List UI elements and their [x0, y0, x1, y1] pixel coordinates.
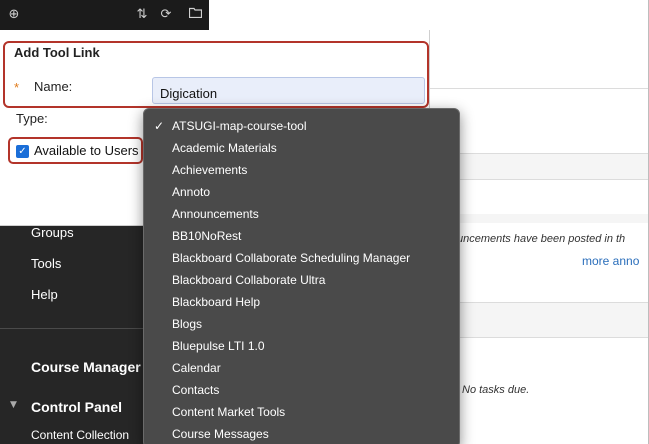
control-panel-heading[interactable]: Control Panel	[31, 399, 122, 415]
sidebar-item-tools[interactable]: Tools	[31, 256, 61, 271]
collapse-caret-icon[interactable]: ▼	[10, 400, 17, 410]
dropdown-option[interactable]: Annoto	[144, 181, 459, 203]
checkmark-icon: ✓	[154, 119, 165, 133]
dropdown-option[interactable]: Academic Materials	[144, 137, 459, 159]
dropdown-option-label: Calendar	[172, 361, 221, 375]
dropdown-option-label: Content Market Tools	[172, 405, 286, 419]
name-label: Name:	[34, 79, 73, 94]
dropdown-option-label: Contacts	[172, 383, 220, 397]
course-management-heading: Course Manager	[31, 359, 141, 375]
sidebar-item-content-collection[interactable]: Content Collection	[31, 428, 129, 442]
refresh-icon[interactable]: ⟳	[158, 7, 174, 23]
sort-arrows-icon[interactable]: ⇅	[134, 7, 150, 23]
dropdown-option[interactable]: Contacts	[144, 379, 459, 401]
dropdown-option[interactable]: Bluepulse LTI 1.0	[144, 335, 459, 357]
dropdown-option[interactable]: Blackboard Help	[144, 291, 459, 313]
dropdown-option[interactable]: Achievements	[144, 159, 459, 181]
required-marker: *	[14, 80, 20, 95]
dropdown-option-label: ATSUGI-map-course-tool	[172, 119, 307, 133]
dropdown-option-label: BB10NoRest	[172, 229, 242, 243]
dropdown-option-label: Blogs	[172, 317, 203, 331]
dropdown-option[interactable]: Content Market Tools	[144, 401, 459, 423]
dropdown-option-label: Blackboard Help	[172, 295, 261, 309]
form-title: Add Tool Link	[14, 45, 100, 60]
dropdown-option-label: Academic Materials	[172, 141, 277, 155]
dropdown-option-label: Annoto	[172, 185, 211, 199]
sidebar-item-help[interactable]: Help	[31, 287, 58, 302]
dropdown-option-label: Achievements	[172, 163, 248, 177]
type-dropdown-menu[interactable]: ✓ ATSUGI-map-course-tool Academic Materia…	[143, 108, 460, 444]
available-label[interactable]: Available to Users	[34, 143, 139, 158]
dropdown-option-label: Bluepulse LTI 1.0	[172, 339, 265, 353]
available-checkbox[interactable]: ✓	[16, 145, 29, 158]
add-circle-icon[interactable]: ⊕	[6, 7, 22, 23]
more-announcements-link[interactable]: more anno	[582, 254, 639, 268]
dropdown-option[interactable]: Blackboard Collaborate Ultra	[144, 269, 459, 291]
dropdown-option-label: Blackboard Collaborate Ultra	[172, 273, 326, 287]
course-menu-toolbar: ⊕ ⇅ ⟳	[0, 0, 209, 30]
folder-icon[interactable]	[187, 7, 203, 23]
announcements-message: uncements have been posted in th	[457, 233, 626, 245]
dropdown-option[interactable]: Course Messages	[144, 423, 459, 444]
type-label: Type:	[16, 111, 48, 126]
dropdown-option[interactable]: Announcements	[144, 203, 459, 225]
dropdown-option-label: Announcements	[172, 207, 259, 221]
name-input[interactable]: Digication	[152, 77, 425, 104]
dropdown-option[interactable]: ✓ ATSUGI-map-course-tool	[144, 115, 459, 137]
dropdown-option[interactable]: Blackboard Collaborate Scheduling Manage…	[144, 247, 459, 269]
tasks-message: No tasks due.	[462, 384, 530, 396]
dropdown-option[interactable]: BB10NoRest	[144, 225, 459, 247]
dropdown-option-label: Blackboard Collaborate Scheduling Manage…	[172, 251, 411, 265]
dropdown-option-label: Course Messages	[172, 427, 269, 441]
dropdown-option[interactable]: Calendar	[144, 357, 459, 379]
sidebar-item-groups[interactable]: Groups	[31, 225, 74, 240]
dropdown-option[interactable]: Blogs	[144, 313, 459, 335]
